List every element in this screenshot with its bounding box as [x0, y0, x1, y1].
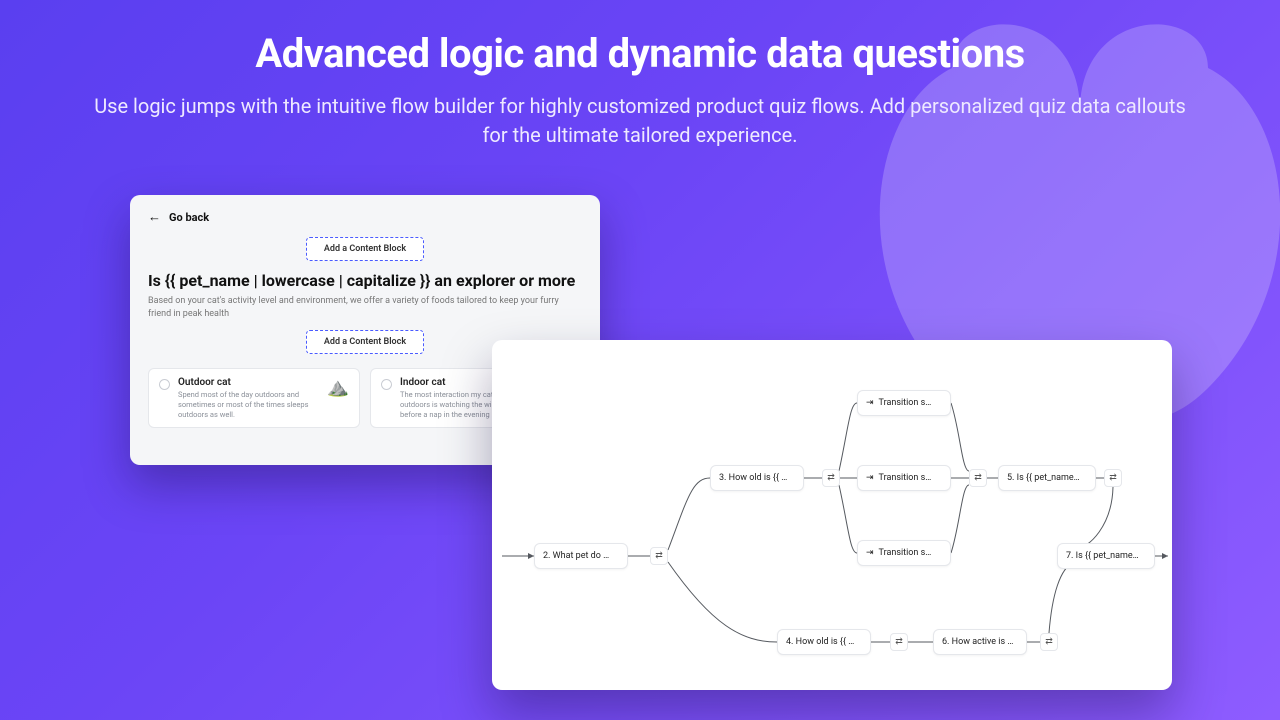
- radio-icon: [159, 379, 170, 390]
- question-title[interactable]: Is {{ pet_name | lowercase | capitalize …: [148, 271, 582, 290]
- branch-icon[interactable]: ⇄: [1104, 469, 1122, 487]
- radio-icon: [381, 379, 392, 390]
- flow-node-7[interactable]: 7. Is {{ pet_name…: [1057, 543, 1155, 569]
- hero-subtitle: Use logic jumps with the intuitive flow …: [80, 92, 1200, 150]
- arrow-left-icon: ←: [148, 209, 161, 225]
- transition-icon: ⇥: [866, 398, 874, 408]
- transition-icon: ⇥: [866, 473, 874, 483]
- add-content-block-button[interactable]: Add a Content Block: [306, 237, 424, 261]
- choice-outdoor-cat[interactable]: Outdoor cat Spend most of the day outdoo…: [148, 368, 360, 428]
- branch-icon[interactable]: ⇄: [969, 469, 987, 487]
- mountain-icon: ⛰️: [327, 377, 349, 398]
- flow-node-3[interactable]: 3. How old is {{ …: [710, 465, 804, 491]
- choice-title: Outdoor cat: [178, 377, 315, 388]
- flow-node-2[interactable]: 2. What pet do …: [534, 543, 628, 569]
- flow-node-5[interactable]: 5. Is {{ pet_name…: [998, 465, 1096, 491]
- flow-node-6[interactable]: 6. How active is …: [933, 629, 1027, 655]
- branch-icon[interactable]: ⇄: [650, 547, 668, 565]
- go-back-button[interactable]: ← Go back: [148, 209, 582, 225]
- flow-node-4[interactable]: 4. How old is {{ …: [777, 629, 871, 655]
- branch-icon[interactable]: ⇄: [890, 633, 908, 651]
- go-back-label: Go back: [169, 211, 209, 224]
- question-description[interactable]: Based on your cat's activity level and e…: [148, 295, 582, 320]
- marketing-slide: Advanced logic and dynamic data question…: [0, 0, 1280, 720]
- hero-title: Advanced logic and dynamic data question…: [0, 30, 1280, 77]
- branch-icon[interactable]: ⇄: [822, 469, 840, 487]
- flow-builder-card[interactable]: ⇄ ⇄ ⇄ ⇄ ⇄ ⇄ ⇄ 2. What pet do … 3. How ol…: [492, 340, 1172, 690]
- transition-icon: ⇥: [866, 548, 874, 558]
- add-content-block-button[interactable]: Add a Content Block: [306, 330, 424, 354]
- flow-node-transition[interactable]: ⇥Transition s…: [857, 390, 951, 416]
- flow-node-transition[interactable]: ⇥Transition s…: [857, 540, 951, 566]
- choice-sub: Spend most of the day outdoors and somet…: [178, 390, 315, 419]
- branch-icon[interactable]: ⇄: [1040, 633, 1058, 651]
- flow-node-transition[interactable]: ⇥Transition s…: [857, 465, 951, 491]
